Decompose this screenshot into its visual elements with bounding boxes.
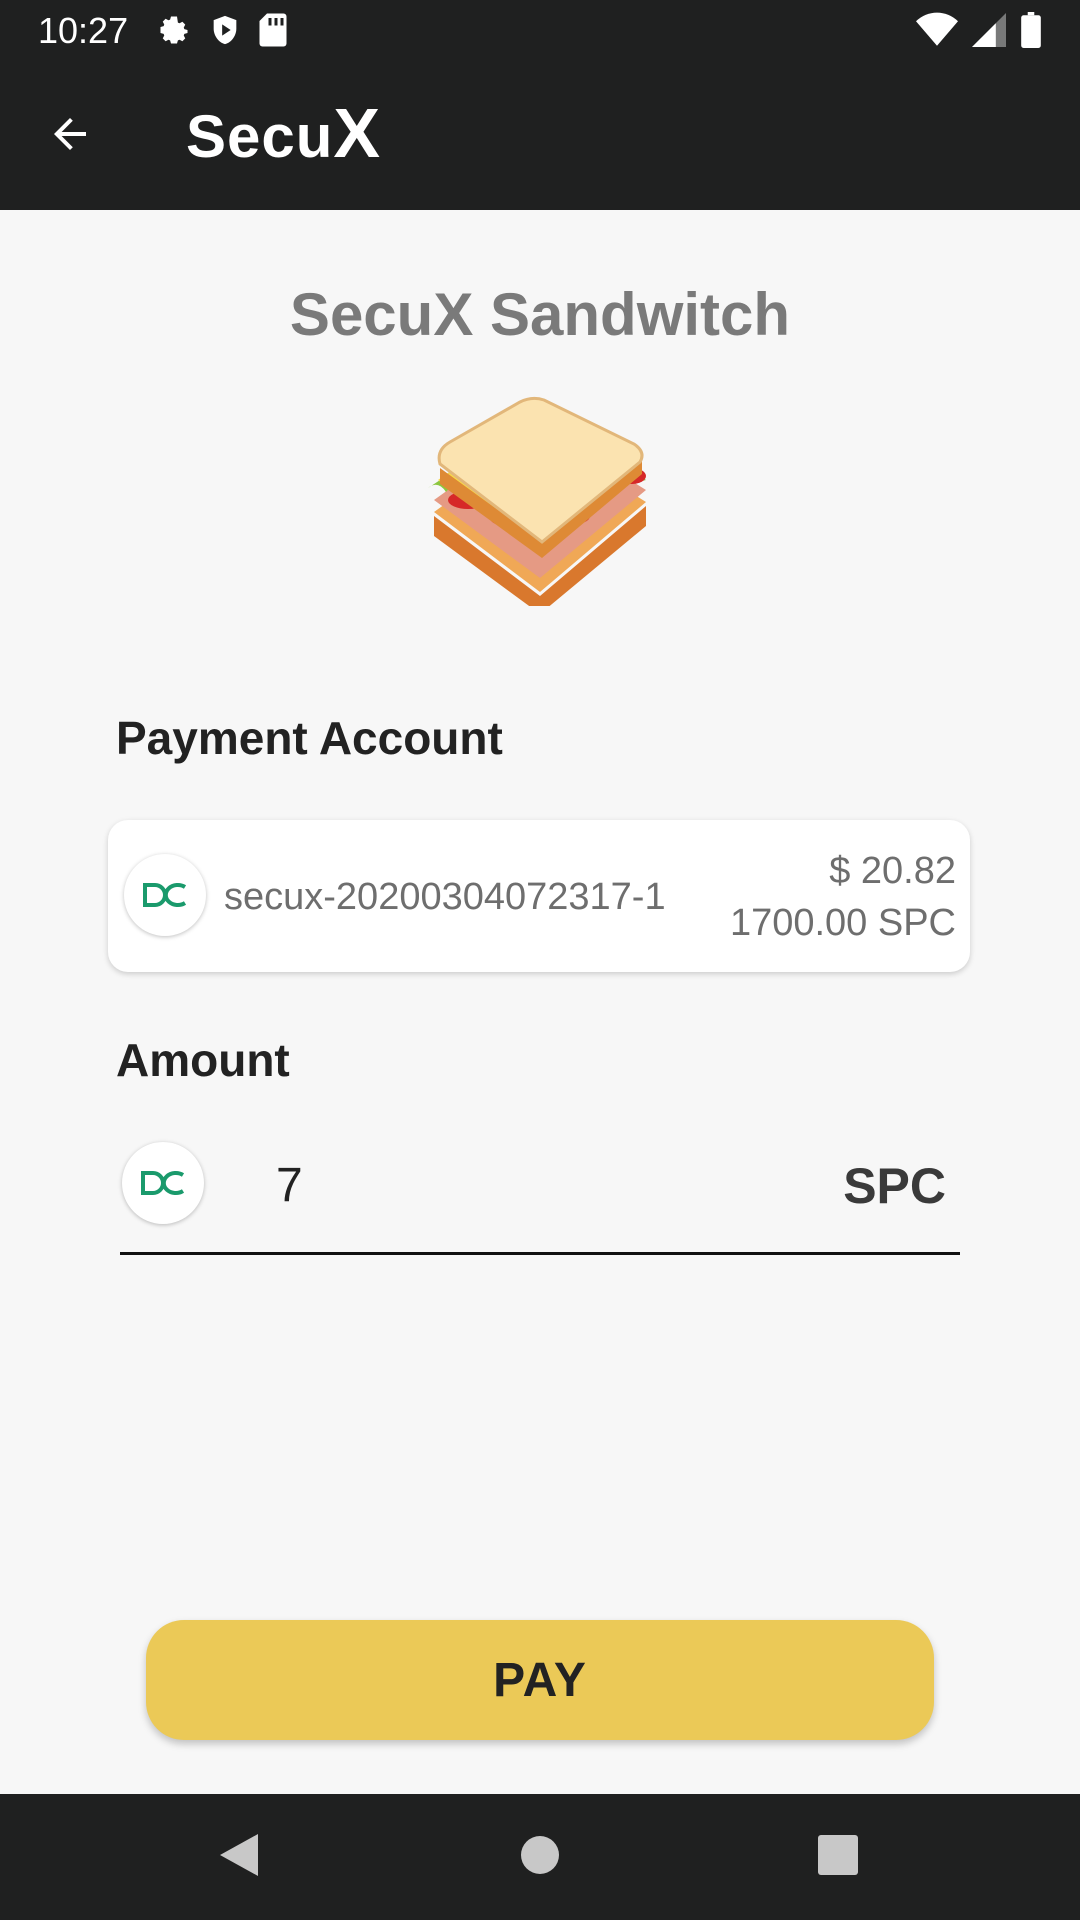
arrow-left-icon — [46, 110, 94, 163]
pay-button[interactable]: PAY — [146, 1620, 934, 1740]
balance-coin: 1700.00 SPC — [729, 902, 956, 944]
amount-label: Amount — [116, 1034, 290, 1086]
balance-usd: $ 20.82 — [829, 850, 956, 892]
nav-recents-button[interactable] — [803, 1822, 873, 1892]
dc-coin-icon — [124, 854, 206, 936]
status-icons-left — [156, 12, 288, 53]
amount-value[interactable]: 7 — [276, 1158, 303, 1214]
app-logo: SecuX — [186, 98, 381, 172]
amount-underline — [120, 1252, 960, 1255]
wifi-icon — [916, 12, 958, 53]
dc-coin-icon — [122, 1142, 204, 1224]
status-bar: 10:27 — [0, 0, 1080, 62]
amount-unit: SPC — [843, 1158, 946, 1214]
payment-account-label: Payment Account — [116, 712, 503, 764]
system-nav-bar — [0, 1794, 1080, 1920]
triangle-back-icon — [218, 1832, 260, 1883]
gear-icon — [156, 12, 192, 53]
account-name: secux-20200304072317-1 — [224, 876, 666, 918]
battery-icon — [1020, 12, 1042, 53]
status-icons-right — [916, 12, 1042, 53]
nav-back-button[interactable] — [204, 1822, 274, 1892]
sandwich-icon — [420, 396, 660, 614]
merchant-title: SecuX Sandwitch — [289, 281, 791, 348]
sd-card-icon — [258, 12, 288, 53]
status-time: 10:27 — [38, 10, 129, 51]
back-button[interactable] — [40, 106, 100, 166]
cell-signal-icon — [972, 12, 1006, 53]
shield-play-icon — [208, 12, 242, 53]
nav-home-button[interactable] — [505, 1822, 575, 1892]
app-logo-x: X — [333, 94, 382, 172]
amount-input[interactable]: 7 SPC — [120, 1140, 960, 1256]
app-logo-main: Secu — [186, 103, 334, 170]
square-recents-icon — [818, 1834, 858, 1880]
payment-account-card[interactable]: secux-20200304072317-1 $ 20.82 1700.00 S… — [108, 820, 970, 972]
circle-home-icon — [520, 1835, 560, 1880]
app-bar: SecuX — [0, 62, 1080, 210]
